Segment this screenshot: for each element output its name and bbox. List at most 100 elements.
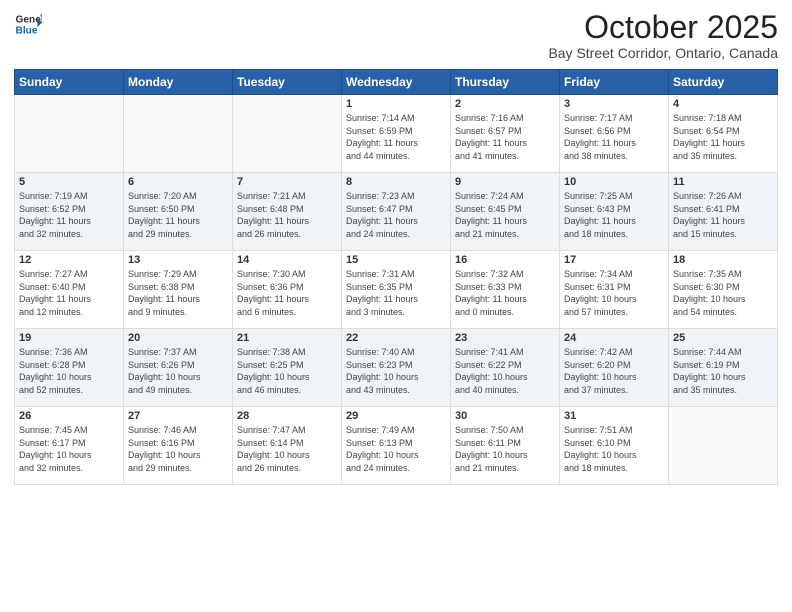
day-number: 19 [19, 332, 119, 344]
weekday-header-tuesday: Tuesday [233, 70, 342, 95]
day-number: 15 [346, 254, 446, 266]
weekday-header-wednesday: Wednesday [342, 70, 451, 95]
day-number: 12 [19, 254, 119, 266]
day-info: Sunrise: 7:51 AM Sunset: 6:10 PM Dayligh… [564, 424, 664, 474]
calendar-table: SundayMondayTuesdayWednesdayThursdayFrid… [14, 69, 778, 485]
calendar-cell: 15 Sunrise: 7:31 AM Sunset: 6:35 PM Dayli… [342, 251, 451, 329]
calendar-cell: 10 Sunrise: 7:25 AM Sunset: 6:43 PM Dayli… [560, 173, 669, 251]
calendar-cell: 6Sunrise: 7:20 AM Sunset: 6:50 PM Daylig… [124, 173, 233, 251]
day-info: Sunrise: 7:16 AM Sunset: 6:57 PM Dayligh… [455, 112, 555, 162]
logo: General Blue [14, 10, 42, 38]
calendar-cell: 3 Sunrise: 7:17 AM Sunset: 6:56 PM Daylig… [560, 95, 669, 173]
calendar-cell: 28 Sunrise: 7:47 AM Sunset: 6:14 PM Dayli… [233, 407, 342, 485]
day-info: Sunrise: 7:50 AM Sunset: 6:11 PM Dayligh… [455, 424, 555, 474]
day-number: 29 [346, 410, 446, 422]
day-number: 25 [673, 332, 773, 344]
svg-text:Blue: Blue [16, 25, 38, 36]
day-number: 5 [19, 176, 119, 188]
day-info: Sunrise: 7:31 AM Sunset: 6:35 PM Dayligh… [346, 268, 446, 318]
day-number: 9 [455, 176, 555, 188]
week-row-2: 5 Sunrise: 7:19 AM Sunset: 6:52 PM Daylig… [15, 173, 778, 251]
day-info: Sunrise: 7:23 AM Sunset: 6:47 PM Dayligh… [346, 190, 446, 240]
calendar-cell: 27Sunrise: 7:46 AM Sunset: 6:16 PM Dayli… [124, 407, 233, 485]
calendar-cell: 12Sunrise: 7:27 AM Sunset: 6:40 PM Dayli… [15, 251, 124, 329]
calendar-cell [233, 95, 342, 173]
day-number: 21 [237, 332, 337, 344]
weekday-header-friday: Friday [560, 70, 669, 95]
calendar-cell [669, 407, 778, 485]
day-number: 13 [128, 254, 228, 266]
day-number: 10 [564, 176, 664, 188]
calendar-cell: 8 Sunrise: 7:23 AM Sunset: 6:47 PM Daylig… [342, 173, 451, 251]
day-info: Sunrise: 7:42 AM Sunset: 6:20 PM Dayligh… [564, 346, 664, 396]
week-row-3: 12Sunrise: 7:27 AM Sunset: 6:40 PM Dayli… [15, 251, 778, 329]
day-number: 23 [455, 332, 555, 344]
weekday-header-monday: Monday [124, 70, 233, 95]
day-number: 26 [19, 410, 119, 422]
header: General Blue October 2025 Bay Street Cor… [14, 10, 778, 61]
week-row-1: 1 Sunrise: 7:14 AM Sunset: 6:59 PM Daylig… [15, 95, 778, 173]
day-info: Sunrise: 7:40 AM Sunset: 6:23 PM Dayligh… [346, 346, 446, 396]
weekday-header-thursday: Thursday [451, 70, 560, 95]
day-info: Sunrise: 7:46 AM Sunset: 6:16 PM Dayligh… [128, 424, 228, 474]
calendar-cell: 25 Sunrise: 7:44 AM Sunset: 6:19 PM Dayli… [669, 329, 778, 407]
day-info: Sunrise: 7:47 AM Sunset: 6:14 PM Dayligh… [237, 424, 337, 474]
month-title: October 2025 [548, 10, 778, 45]
day-info: Sunrise: 7:44 AM Sunset: 6:19 PM Dayligh… [673, 346, 773, 396]
day-info: Sunrise: 7:34 AM Sunset: 6:31 PM Dayligh… [564, 268, 664, 318]
location: Bay Street Corridor, Ontario, Canada [548, 45, 778, 61]
week-row-4: 19 Sunrise: 7:36 AM Sunset: 6:28 PM Dayli… [15, 329, 778, 407]
day-info: Sunrise: 7:20 AM Sunset: 6:50 PM Dayligh… [128, 190, 228, 240]
day-info: Sunrise: 7:19 AM Sunset: 6:52 PM Dayligh… [19, 190, 119, 240]
day-info: Sunrise: 7:41 AM Sunset: 6:22 PM Dayligh… [455, 346, 555, 396]
day-info: Sunrise: 7:25 AM Sunset: 6:43 PM Dayligh… [564, 190, 664, 240]
day-info: Sunrise: 7:14 AM Sunset: 6:59 PM Dayligh… [346, 112, 446, 162]
calendar-cell: 29 Sunrise: 7:49 AM Sunset: 6:13 PM Dayli… [342, 407, 451, 485]
calendar-cell: 18 Sunrise: 7:35 AM Sunset: 6:30 PM Dayli… [669, 251, 778, 329]
day-number: 3 [564, 98, 664, 110]
calendar-cell: 26 Sunrise: 7:45 AM Sunset: 6:17 PM Dayli… [15, 407, 124, 485]
day-info: Sunrise: 7:30 AM Sunset: 6:36 PM Dayligh… [237, 268, 337, 318]
calendar-cell: 13Sunrise: 7:29 AM Sunset: 6:38 PM Dayli… [124, 251, 233, 329]
day-info: Sunrise: 7:45 AM Sunset: 6:17 PM Dayligh… [19, 424, 119, 474]
calendar-cell: 22 Sunrise: 7:40 AM Sunset: 6:23 PM Dayli… [342, 329, 451, 407]
day-number: 14 [237, 254, 337, 266]
day-info: Sunrise: 7:24 AM Sunset: 6:45 PM Dayligh… [455, 190, 555, 240]
calendar-cell: 11 Sunrise: 7:26 AM Sunset: 6:41 PM Dayli… [669, 173, 778, 251]
day-number: 16 [455, 254, 555, 266]
day-info: Sunrise: 7:49 AM Sunset: 6:13 PM Dayligh… [346, 424, 446, 474]
calendar-cell: 24Sunrise: 7:42 AM Sunset: 6:20 PM Dayli… [560, 329, 669, 407]
calendar-cell: 5 Sunrise: 7:19 AM Sunset: 6:52 PM Daylig… [15, 173, 124, 251]
weekday-header-row: SundayMondayTuesdayWednesdayThursdayFrid… [15, 70, 778, 95]
day-number: 7 [237, 176, 337, 188]
day-number: 4 [673, 98, 773, 110]
day-number: 8 [346, 176, 446, 188]
calendar-cell: 30Sunrise: 7:50 AM Sunset: 6:11 PM Dayli… [451, 407, 560, 485]
day-number: 2 [455, 98, 555, 110]
day-number: 17 [564, 254, 664, 266]
calendar-cell [124, 95, 233, 173]
day-number: 1 [346, 98, 446, 110]
calendar-cell: 4Sunrise: 7:18 AM Sunset: 6:54 PM Daylig… [669, 95, 778, 173]
calendar-cell: 2 Sunrise: 7:16 AM Sunset: 6:57 PM Daylig… [451, 95, 560, 173]
calendar-cell: 23 Sunrise: 7:41 AM Sunset: 6:22 PM Dayli… [451, 329, 560, 407]
calendar-cell: 21Sunrise: 7:38 AM Sunset: 6:25 PM Dayli… [233, 329, 342, 407]
day-number: 28 [237, 410, 337, 422]
calendar-cell: 9 Sunrise: 7:24 AM Sunset: 6:45 PM Daylig… [451, 173, 560, 251]
day-number: 22 [346, 332, 446, 344]
day-info: Sunrise: 7:35 AM Sunset: 6:30 PM Dayligh… [673, 268, 773, 318]
page-container: General Blue October 2025 Bay Street Cor… [0, 0, 792, 612]
day-info: Sunrise: 7:36 AM Sunset: 6:28 PM Dayligh… [19, 346, 119, 396]
day-number: 18 [673, 254, 773, 266]
logo-icon: General Blue [14, 10, 42, 38]
calendar-cell: 31Sunrise: 7:51 AM Sunset: 6:10 PM Dayli… [560, 407, 669, 485]
day-info: Sunrise: 7:26 AM Sunset: 6:41 PM Dayligh… [673, 190, 773, 240]
weekday-header-sunday: Sunday [15, 70, 124, 95]
calendar-cell: 14 Sunrise: 7:30 AM Sunset: 6:36 PM Dayli… [233, 251, 342, 329]
calendar-cell [15, 95, 124, 173]
day-number: 11 [673, 176, 773, 188]
day-info: Sunrise: 7:17 AM Sunset: 6:56 PM Dayligh… [564, 112, 664, 162]
week-row-5: 26 Sunrise: 7:45 AM Sunset: 6:17 PM Dayli… [15, 407, 778, 485]
day-number: 20 [128, 332, 228, 344]
day-info: Sunrise: 7:37 AM Sunset: 6:26 PM Dayligh… [128, 346, 228, 396]
